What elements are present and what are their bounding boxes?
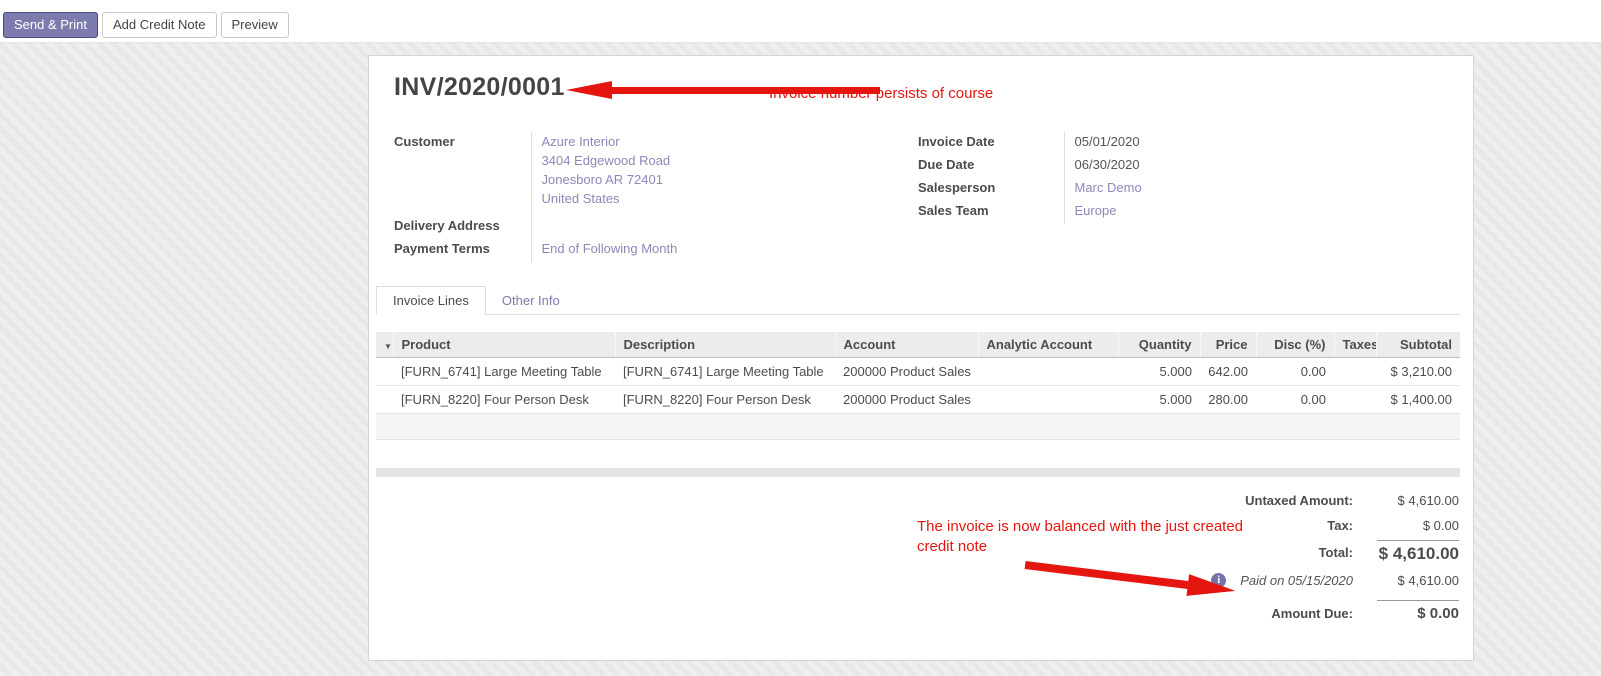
customer-country: United States bbox=[542, 189, 692, 208]
customer-name-link[interactable]: Azure Interior bbox=[542, 132, 692, 151]
column-header-account[interactable]: Account bbox=[835, 332, 978, 358]
column-header-product[interactable]: Product bbox=[393, 332, 615, 358]
column-options-toggle[interactable]: ▼ bbox=[376, 332, 393, 358]
invoice-number-title: INV/2020/0001 bbox=[394, 73, 565, 102]
preview-button[interactable]: Preview bbox=[221, 12, 289, 38]
sales-team-link[interactable]: Europe bbox=[1075, 203, 1117, 218]
send-print-button[interactable]: Send & Print bbox=[3, 12, 98, 38]
invoice-date-label: Invoice Date bbox=[918, 132, 1064, 155]
right-field-group: Invoice Date 05/01/2020 Due Date 06/30/2… bbox=[918, 132, 1284, 224]
customer-address[interactable]: Azure Interior 3404 Edgewood Road Jonesb… bbox=[542, 132, 692, 208]
table-header-row: ▼ Product Description Account Analytic A… bbox=[376, 332, 1460, 358]
caret-down-icon[interactable]: ▼ bbox=[384, 342, 392, 351]
column-header-description[interactable]: Description bbox=[615, 332, 835, 358]
tax-value: $ 0.00 bbox=[1377, 518, 1459, 533]
tab-row: Invoice Lines Other Info bbox=[376, 285, 1460, 315]
payment-terms-label: Payment Terms bbox=[394, 239, 531, 262]
annotation-balanced-note: The invoice is now balanced with the jus… bbox=[917, 517, 1265, 557]
column-header-disc[interactable]: Disc (%) bbox=[1256, 332, 1334, 358]
top-toolbar: Send & Print Add Credit Note Preview bbox=[0, 0, 1601, 43]
paid-value: $ 4,610.00 bbox=[1377, 573, 1459, 588]
empty-filler-row bbox=[376, 414, 1460, 440]
amount-due-value: $ 0.00 bbox=[1377, 600, 1459, 622]
totals-section: Untaxed Amount: $ 4,610.00 Tax: $ 0.00 T… bbox=[1119, 493, 1459, 622]
payment-terms-link[interactable]: End of Following Month bbox=[542, 241, 678, 256]
sales-team-label: Sales Team bbox=[918, 201, 1064, 224]
column-header-analytic-account[interactable]: Analytic Account bbox=[978, 332, 1118, 358]
untaxed-amount-label: Untaxed Amount: bbox=[1245, 493, 1353, 508]
tab-other-info[interactable]: Other Info bbox=[486, 287, 576, 314]
salesperson-link[interactable]: Marc Demo bbox=[1075, 180, 1142, 195]
amount-due-label: Amount Due: bbox=[1271, 606, 1353, 621]
table-row[interactable]: [FURN_8220] Four Person Desk [FURN_8220]… bbox=[376, 386, 1460, 414]
form-background: INV/2020/0001 Invoice number persists of… bbox=[0, 43, 1601, 676]
due-date-label: Due Date bbox=[918, 155, 1064, 178]
salesperson-label: Salesperson bbox=[918, 178, 1064, 201]
add-credit-note-button[interactable]: Add Credit Note bbox=[102, 12, 217, 38]
customer-city: Jonesboro AR 72401 bbox=[542, 170, 692, 189]
column-header-quantity[interactable]: Quantity bbox=[1118, 332, 1200, 358]
untaxed-amount-value: $ 4,610.00 bbox=[1377, 493, 1459, 508]
customer-label: Customer bbox=[394, 132, 531, 212]
total-value: $ 4,610.00 bbox=[1377, 540, 1459, 564]
column-header-price[interactable]: Price bbox=[1200, 332, 1256, 358]
invoice-date-value: 05/01/2020 bbox=[1075, 134, 1140, 149]
notebook: Invoice Lines Other Info bbox=[376, 285, 1460, 315]
delivery-address-value bbox=[531, 212, 691, 239]
column-header-subtotal[interactable]: Subtotal bbox=[1376, 332, 1460, 358]
customer-street: 3404 Edgewood Road bbox=[542, 151, 692, 170]
toolbar-buttons: Send & Print Add Credit Note Preview bbox=[3, 12, 289, 38]
due-date-value: 06/30/2020 bbox=[1075, 157, 1140, 172]
table-row[interactable]: [FURN_6741] Large Meeting Table [FURN_67… bbox=[376, 358, 1460, 386]
annotation-invoice-number: Invoice number persists of course bbox=[769, 84, 993, 104]
delivery-address-label: Delivery Address bbox=[394, 212, 531, 239]
invoice-sheet: INV/2020/0001 Invoice number persists of… bbox=[368, 55, 1474, 661]
column-header-taxes[interactable]: Taxes bbox=[1334, 332, 1376, 358]
tax-label: Tax: bbox=[1327, 518, 1353, 533]
horizontal-scrollbar[interactable] bbox=[376, 468, 1460, 477]
tab-invoice-lines[interactable]: Invoice Lines bbox=[376, 286, 486, 315]
invoice-lines-table: ▼ Product Description Account Analytic A… bbox=[376, 332, 1460, 440]
total-label: Total: bbox=[1319, 545, 1353, 560]
paid-on-text: Paid on 05/15/2020 bbox=[1240, 573, 1353, 588]
left-field-group: Customer Azure Interior 3404 Edgewood Ro… bbox=[394, 132, 691, 262]
